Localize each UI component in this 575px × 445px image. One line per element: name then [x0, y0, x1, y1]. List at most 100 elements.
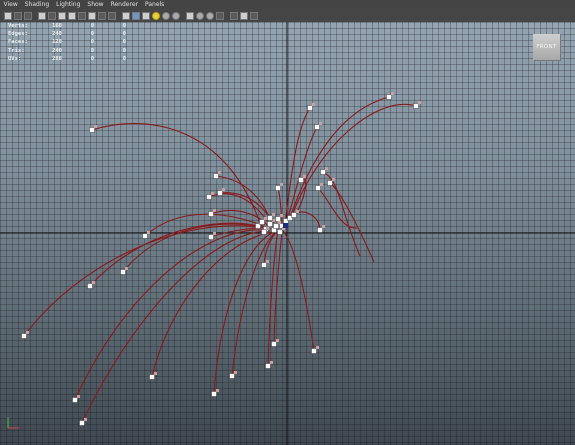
locator-handle[interactable] — [315, 185, 321, 191]
film-gate-icon[interactable] — [58, 11, 66, 20]
locator-handle[interactable] — [261, 229, 267, 235]
locator-tag — [319, 122, 322, 125]
nurbs-curve[interactable] — [284, 107, 311, 223]
locator-tag — [154, 372, 157, 375]
locator-tag — [391, 92, 394, 95]
locator-handle[interactable] — [271, 341, 277, 347]
menu-shading[interactable]: Shading — [21, 0, 52, 9]
locator-handle[interactable] — [259, 219, 265, 225]
nurbs-curve[interactable] — [151, 231, 273, 378]
gate-mask-icon[interactable] — [78, 11, 86, 20]
front-viewport[interactable]: Verts: 168 0 0 Edges: 240 0 0 Faces: 120… — [0, 22, 575, 445]
locator-tag — [216, 389, 219, 392]
shadows-icon[interactable] — [162, 11, 170, 20]
locator-tag — [222, 188, 225, 191]
locator-tag — [84, 418, 87, 421]
resolution-gate-icon[interactable] — [68, 11, 76, 20]
xray-components-icon[interactable] — [216, 11, 224, 20]
locator-handle[interactable] — [211, 391, 217, 397]
locator-handle[interactable] — [208, 234, 214, 240]
locator-handle[interactable] — [311, 348, 317, 354]
safe-title-icon[interactable] — [108, 11, 116, 20]
maya-viewport-panel: View Shading Lighting Show Renderer Pane… — [0, 0, 575, 445]
locator-tag — [266, 227, 269, 230]
locator-tag — [234, 371, 237, 374]
locator-handle[interactable] — [87, 283, 93, 289]
wireframe-icon[interactable] — [122, 11, 130, 20]
menu-panels[interactable]: Panels — [141, 0, 167, 9]
textured-icon[interactable] — [142, 11, 150, 20]
locator-handle[interactable] — [275, 185, 281, 191]
locator-handle[interactable] — [307, 105, 313, 111]
image-plane-icon[interactable] — [38, 11, 46, 20]
locator-handle[interactable] — [267, 221, 273, 227]
nurbs-curve[interactable] — [329, 182, 375, 263]
locator-handle[interactable] — [291, 212, 297, 218]
menu-show[interactable]: Show — [84, 0, 107, 9]
locator-tag — [213, 209, 216, 212]
locator-handle[interactable] — [261, 262, 267, 268]
nurbs-curve[interactable] — [74, 229, 269, 401]
high-quality-icon[interactable] — [230, 11, 238, 20]
locator-handle[interactable] — [89, 127, 95, 133]
locator-tag — [147, 231, 150, 234]
locator-handle[interactable] — [317, 227, 323, 233]
bookmark-icon[interactable] — [24, 11, 32, 20]
pivot-marker — [283, 223, 288, 228]
locator-tag — [264, 217, 267, 220]
locator-handle[interactable] — [386, 94, 392, 100]
locator-handle[interactable] — [273, 223, 279, 229]
xray-icon[interactable] — [196, 11, 204, 20]
locator-handle[interactable] — [149, 374, 155, 380]
locator-handle[interactable] — [208, 211, 214, 217]
locator-tag — [276, 339, 279, 342]
locator-tag — [320, 183, 323, 186]
menu-view[interactable]: View — [0, 0, 21, 9]
ambient-occlusion-icon[interactable] — [172, 11, 180, 20]
locator-handle[interactable] — [72, 397, 78, 403]
locator-handle[interactable] — [298, 177, 304, 183]
field-chart-icon[interactable] — [88, 11, 96, 20]
nurbs-curve[interactable] — [317, 187, 358, 229]
resize-icon[interactable] — [250, 11, 258, 20]
locator-handle[interactable] — [413, 103, 419, 109]
scene-curves[interactable] — [0, 22, 575, 445]
nurbs-curve[interactable] — [81, 230, 271, 424]
nurbs-curve[interactable] — [288, 96, 390, 221]
grid-icon[interactable] — [48, 11, 56, 20]
nurbs-curve[interactable] — [231, 231, 277, 377]
default-lighting-icon[interactable] — [152, 11, 160, 20]
menu-renderer[interactable]: Renderer — [107, 0, 141, 9]
locator-handle[interactable] — [120, 269, 126, 275]
smooth-shade-icon[interactable] — [132, 11, 140, 20]
nurbs-curve[interactable] — [91, 123, 261, 224]
camera-attributes-icon[interactable] — [14, 11, 22, 20]
panel-menu-bar: View Shading Lighting Show Renderer Pane… — [0, 0, 575, 9]
locator-handle[interactable] — [314, 124, 320, 130]
locator-handle[interactable] — [327, 180, 333, 186]
locator-handle[interactable] — [275, 216, 281, 222]
locator-handle[interactable] — [277, 229, 283, 235]
locator-tag — [125, 267, 128, 270]
camera-pan-icon[interactable] — [240, 11, 248, 20]
nurbs-curve[interactable] — [282, 230, 315, 352]
locator-handle[interactable] — [206, 194, 212, 200]
locator-handle[interactable] — [267, 215, 273, 221]
xray-joints-icon[interactable] — [206, 11, 214, 20]
menu-lighting[interactable]: Lighting — [53, 0, 84, 9]
safe-action-icon[interactable] — [98, 11, 106, 20]
locator-tag — [94, 125, 97, 128]
locator-handle[interactable] — [217, 190, 223, 196]
locator-handle[interactable] — [21, 333, 27, 339]
locator-handle[interactable] — [79, 420, 85, 426]
locator-tag — [418, 101, 421, 104]
nurbs-curve[interactable] — [290, 103, 417, 219]
locator-handle[interactable] — [320, 169, 326, 175]
locator-handle[interactable] — [265, 363, 271, 369]
locator-tag — [266, 260, 269, 263]
locator-handle[interactable] — [213, 173, 219, 179]
isolate-select-icon[interactable] — [186, 11, 194, 20]
camera-icon[interactable] — [4, 11, 12, 20]
locator-handle[interactable] — [229, 373, 235, 379]
locator-handle[interactable] — [142, 233, 148, 239]
